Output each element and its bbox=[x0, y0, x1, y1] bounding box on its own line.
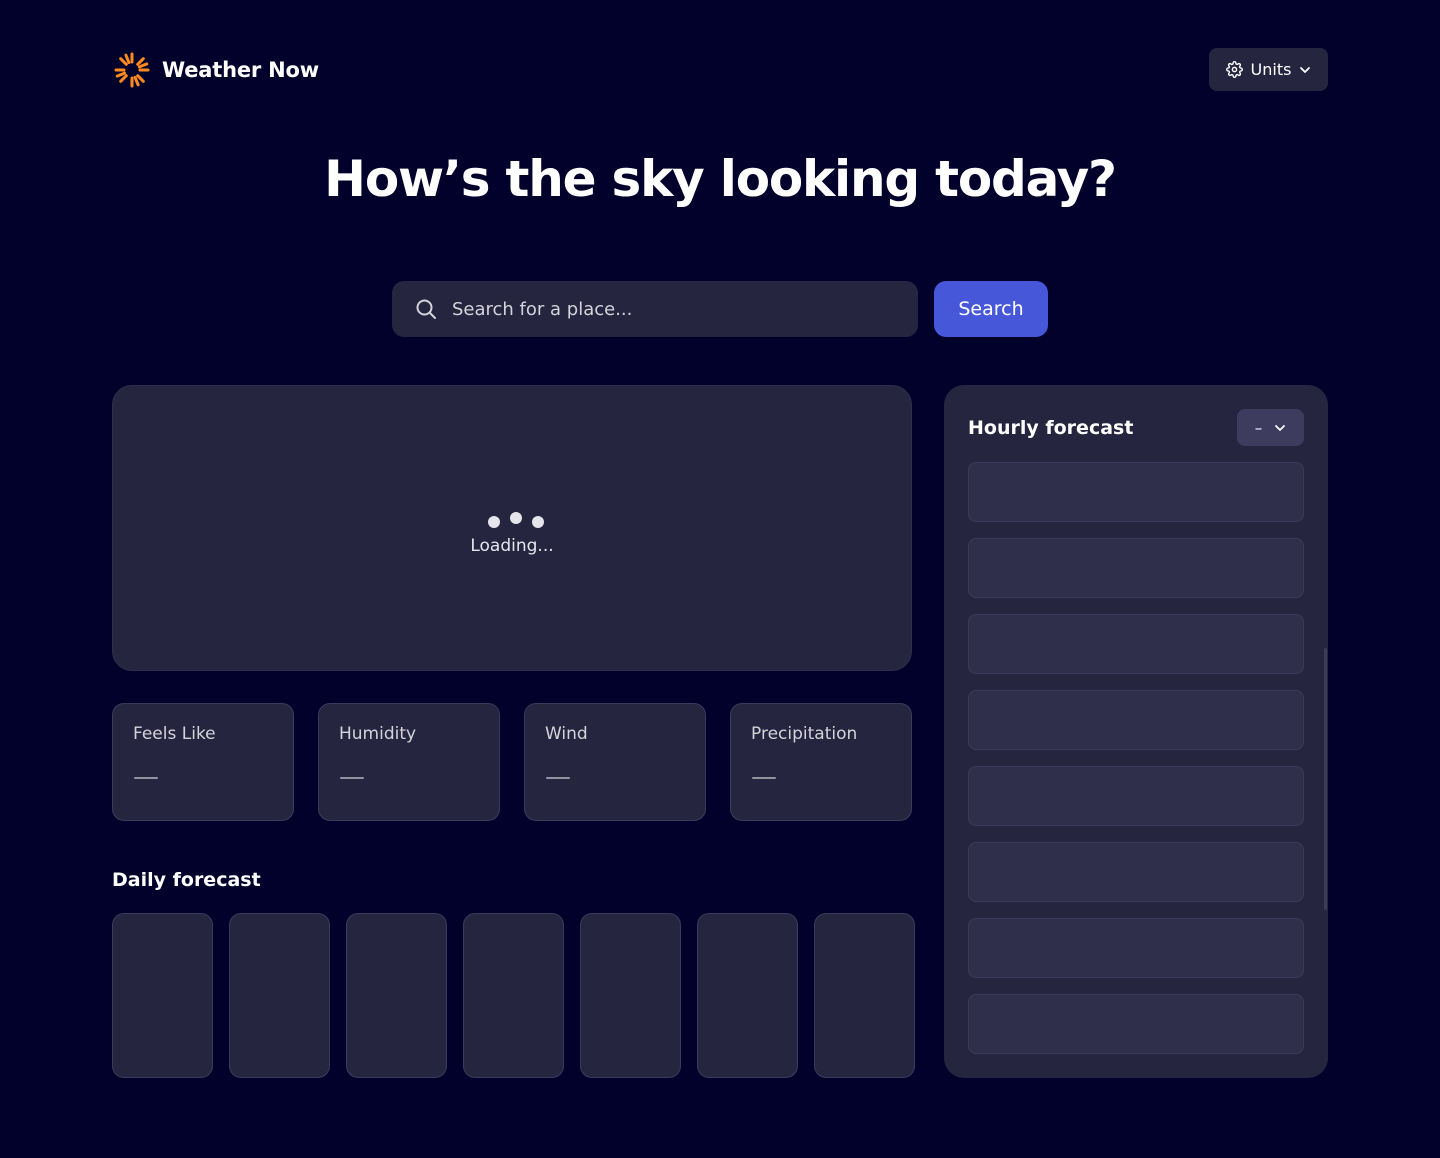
metric-value: — bbox=[339, 762, 365, 792]
sun-logo-icon bbox=[114, 52, 150, 87]
search-bar: Search bbox=[392, 281, 1048, 337]
metric-card-precipitation: Precipitation — bbox=[730, 703, 912, 821]
header: Weather Now Units bbox=[112, 48, 1328, 91]
units-label: Units bbox=[1250, 60, 1292, 79]
day-select-dropdown[interactable]: – bbox=[1237, 409, 1304, 446]
page-title: How’s the sky looking today? bbox=[324, 150, 1117, 208]
metric-card-wind: Wind — bbox=[524, 703, 706, 821]
loading-dot bbox=[532, 516, 544, 528]
loading-indicator-icon bbox=[482, 508, 544, 530]
app-name: Weather Now bbox=[162, 57, 319, 82]
metrics-row: Feels Like — Humidity — Wind — Precipita… bbox=[112, 703, 912, 821]
loading-text: Loading... bbox=[470, 536, 554, 556]
hourly-forecast-row bbox=[968, 994, 1304, 1054]
daily-forecast-list bbox=[112, 913, 915, 1078]
hourly-scrollbar[interactable] bbox=[1324, 648, 1327, 910]
metric-value: — bbox=[133, 762, 159, 792]
hourly-forecast-row bbox=[968, 918, 1304, 978]
units-button[interactable]: Units bbox=[1209, 48, 1328, 91]
metric-label: Humidity bbox=[339, 724, 417, 744]
hourly-forecast-row bbox=[968, 538, 1304, 598]
loading-dot bbox=[488, 516, 500, 528]
hourly-forecast-row bbox=[968, 842, 1304, 902]
hourly-forecast-row bbox=[968, 766, 1304, 826]
metric-label: Feels Like bbox=[133, 724, 216, 744]
daily-forecast-card bbox=[346, 913, 447, 1078]
metric-label: Precipitation bbox=[751, 724, 858, 744]
daily-forecast-card bbox=[229, 913, 330, 1078]
brand[interactable]: Weather Now bbox=[112, 50, 319, 90]
daily-forecast-card bbox=[112, 913, 213, 1078]
chevron-down-icon bbox=[1275, 424, 1286, 431]
hourly-forecast-header: Hourly forecast – bbox=[968, 409, 1304, 446]
search-field[interactable] bbox=[392, 281, 918, 337]
hourly-forecast-row bbox=[968, 462, 1304, 522]
metric-label: Wind bbox=[545, 724, 588, 744]
metric-value: — bbox=[545, 762, 571, 792]
daily-forecast-card bbox=[814, 913, 915, 1078]
chevron-down-icon bbox=[1300, 66, 1311, 73]
hourly-forecast-list bbox=[968, 462, 1304, 1054]
metric-card-feels-like: Feels Like — bbox=[112, 703, 294, 821]
search-button[interactable]: Search bbox=[934, 281, 1048, 337]
search-icon bbox=[416, 299, 436, 319]
daily-forecast-card bbox=[463, 913, 564, 1078]
current-weather-panel: Loading... bbox=[112, 385, 912, 671]
day-select-value: – bbox=[1254, 418, 1263, 437]
gear-icon bbox=[1225, 61, 1243, 78]
hourly-forecast-row bbox=[968, 690, 1304, 750]
hourly-forecast-panel: Hourly forecast – bbox=[944, 385, 1328, 1078]
search-input[interactable] bbox=[452, 298, 892, 320]
daily-forecast-title: Daily forecast bbox=[112, 869, 261, 891]
hourly-forecast-row bbox=[968, 614, 1304, 674]
daily-forecast-card bbox=[580, 913, 681, 1078]
metric-value: — bbox=[751, 762, 777, 792]
metric-card-humidity: Humidity — bbox=[318, 703, 500, 821]
hourly-forecast-title: Hourly forecast bbox=[968, 416, 1134, 439]
daily-forecast-card bbox=[697, 913, 798, 1078]
loading-dot bbox=[510, 512, 522, 524]
